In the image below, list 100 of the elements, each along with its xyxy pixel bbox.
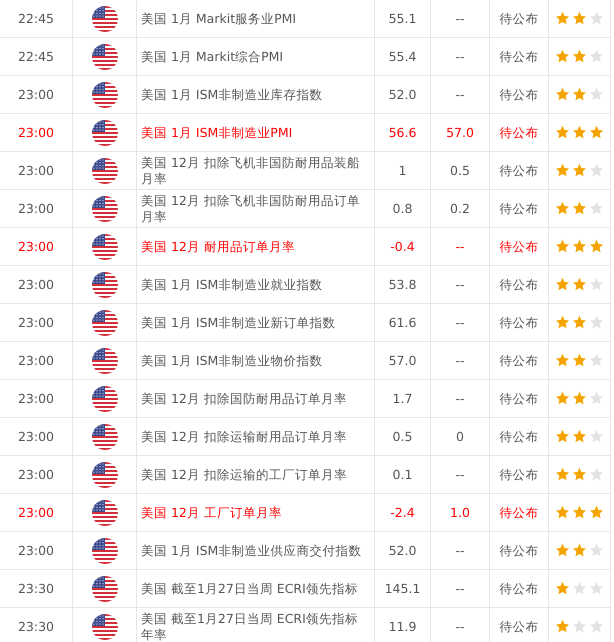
flag-icon [92, 538, 118, 564]
star-icon [589, 467, 604, 482]
forecast-value: -- [455, 48, 465, 64]
star-icon [589, 125, 604, 140]
flag-icon [92, 158, 118, 184]
star-icon [572, 315, 587, 330]
star-icon [589, 163, 604, 178]
star-icon [589, 505, 604, 520]
event-name: 美国 1月 ISM非制造业物价指数 [141, 352, 322, 368]
star-icon [589, 619, 604, 634]
time-text: 22:45 [18, 10, 54, 26]
star-icon [589, 11, 604, 26]
status-text: 待公布 [500, 504, 538, 520]
forecast-value: -- [455, 10, 465, 26]
star-icon [572, 467, 587, 482]
star-icon [572, 239, 587, 254]
time-text: 23:00 [18, 200, 54, 216]
event-name: 美国 12月 扣除国防耐用品订单月率 [141, 390, 347, 406]
star-icon [572, 429, 587, 444]
time-text: 23:00 [18, 238, 54, 254]
status-text: 待公布 [500, 86, 538, 102]
flag-icon [92, 310, 118, 336]
flag-icon [92, 500, 118, 526]
time-text: 23:30 [18, 580, 54, 596]
previous-value: 57.0 [388, 352, 416, 368]
star-icon [589, 543, 604, 558]
previous-value: 0.1 [392, 466, 412, 482]
star-icon [555, 49, 570, 64]
status-text: 待公布 [500, 162, 538, 178]
event-name: 美国 1月 Markit综合PMI [141, 48, 284, 64]
forecast-value: 0.5 [450, 162, 470, 178]
event-name: 美国 12月 工厂订单月率 [141, 504, 282, 520]
time-text: 23:00 [18, 466, 54, 482]
star-icon [555, 11, 570, 26]
flag-icon [92, 462, 118, 488]
forecast-value: -- [455, 314, 465, 330]
time-text: 23:00 [18, 542, 54, 558]
forecast-value: 57.0 [446, 124, 474, 140]
time-text: 23:00 [18, 86, 54, 102]
flag-icon [92, 272, 118, 298]
flag-icon [92, 348, 118, 374]
status-text: 待公布 [500, 200, 538, 216]
forecast-value: -- [455, 580, 465, 596]
previous-value: 55.1 [388, 10, 416, 26]
previous-value: 1.7 [392, 390, 412, 406]
star-icon [589, 391, 604, 406]
forecast-value: -- [455, 466, 465, 482]
status-text: 待公布 [500, 352, 538, 368]
event-name: 美国 12月 扣除飞机非国防耐用品装船月率 [141, 154, 361, 186]
star-icon [572, 505, 587, 520]
event-name: 美国 1月 ISM非制造业新订单指数 [141, 314, 336, 330]
event-name: 美国 1月 ISM非制造业就业指数 [141, 276, 322, 292]
star-icon [572, 581, 587, 596]
flag-icon [92, 120, 118, 146]
star-icon [572, 125, 587, 140]
flag-icon [92, 196, 118, 222]
previous-value: 53.8 [388, 276, 416, 292]
flag-icon [92, 424, 118, 450]
star-icon [555, 581, 570, 596]
event-name: 美国 1月 Markit服务业PMI [141, 10, 296, 26]
time-text: 23:00 [18, 276, 54, 292]
forecast-value: -- [455, 542, 465, 558]
time-text: 23:00 [18, 162, 54, 178]
event-name: 美国 截至1月27日当周 ECRI领先指标 [141, 580, 358, 596]
star-icon [572, 49, 587, 64]
star-icon [555, 125, 570, 140]
status-text: 待公布 [500, 618, 538, 634]
star-icon [572, 619, 587, 634]
star-icon [589, 429, 604, 444]
previous-value: 52.0 [388, 542, 416, 558]
star-icon [555, 619, 570, 634]
forecast-value: -- [455, 276, 465, 292]
star-icon [555, 277, 570, 292]
star-icon [555, 201, 570, 216]
star-icon [555, 239, 570, 254]
star-icon [555, 467, 570, 482]
event-name: 美国 12月 扣除运输的工厂订单月率 [141, 466, 347, 482]
forecast-value: 0 [456, 428, 464, 444]
previous-value: -0.4 [390, 238, 415, 254]
flag-icon [92, 576, 118, 602]
time-text: 23:00 [18, 314, 54, 330]
star-icon [589, 581, 604, 596]
status-text: 待公布 [500, 48, 538, 64]
previous-value: 0.5 [392, 428, 412, 444]
star-icon [572, 11, 587, 26]
star-icon [589, 239, 604, 254]
time-text: 23:00 [18, 504, 54, 520]
time-text: 23:00 [18, 352, 54, 368]
status-text: 待公布 [500, 276, 538, 292]
star-icon [572, 163, 587, 178]
status-text: 待公布 [500, 314, 538, 330]
flag-icon [92, 6, 118, 32]
star-icon [589, 315, 604, 330]
time-text: 23:00 [18, 390, 54, 406]
status-text: 待公布 [500, 390, 538, 406]
star-icon [555, 429, 570, 444]
star-icon [589, 201, 604, 216]
event-name: 美国 1月 ISM非制造业供应商交付指数 [141, 542, 362, 558]
star-icon [555, 391, 570, 406]
star-icon [589, 49, 604, 64]
